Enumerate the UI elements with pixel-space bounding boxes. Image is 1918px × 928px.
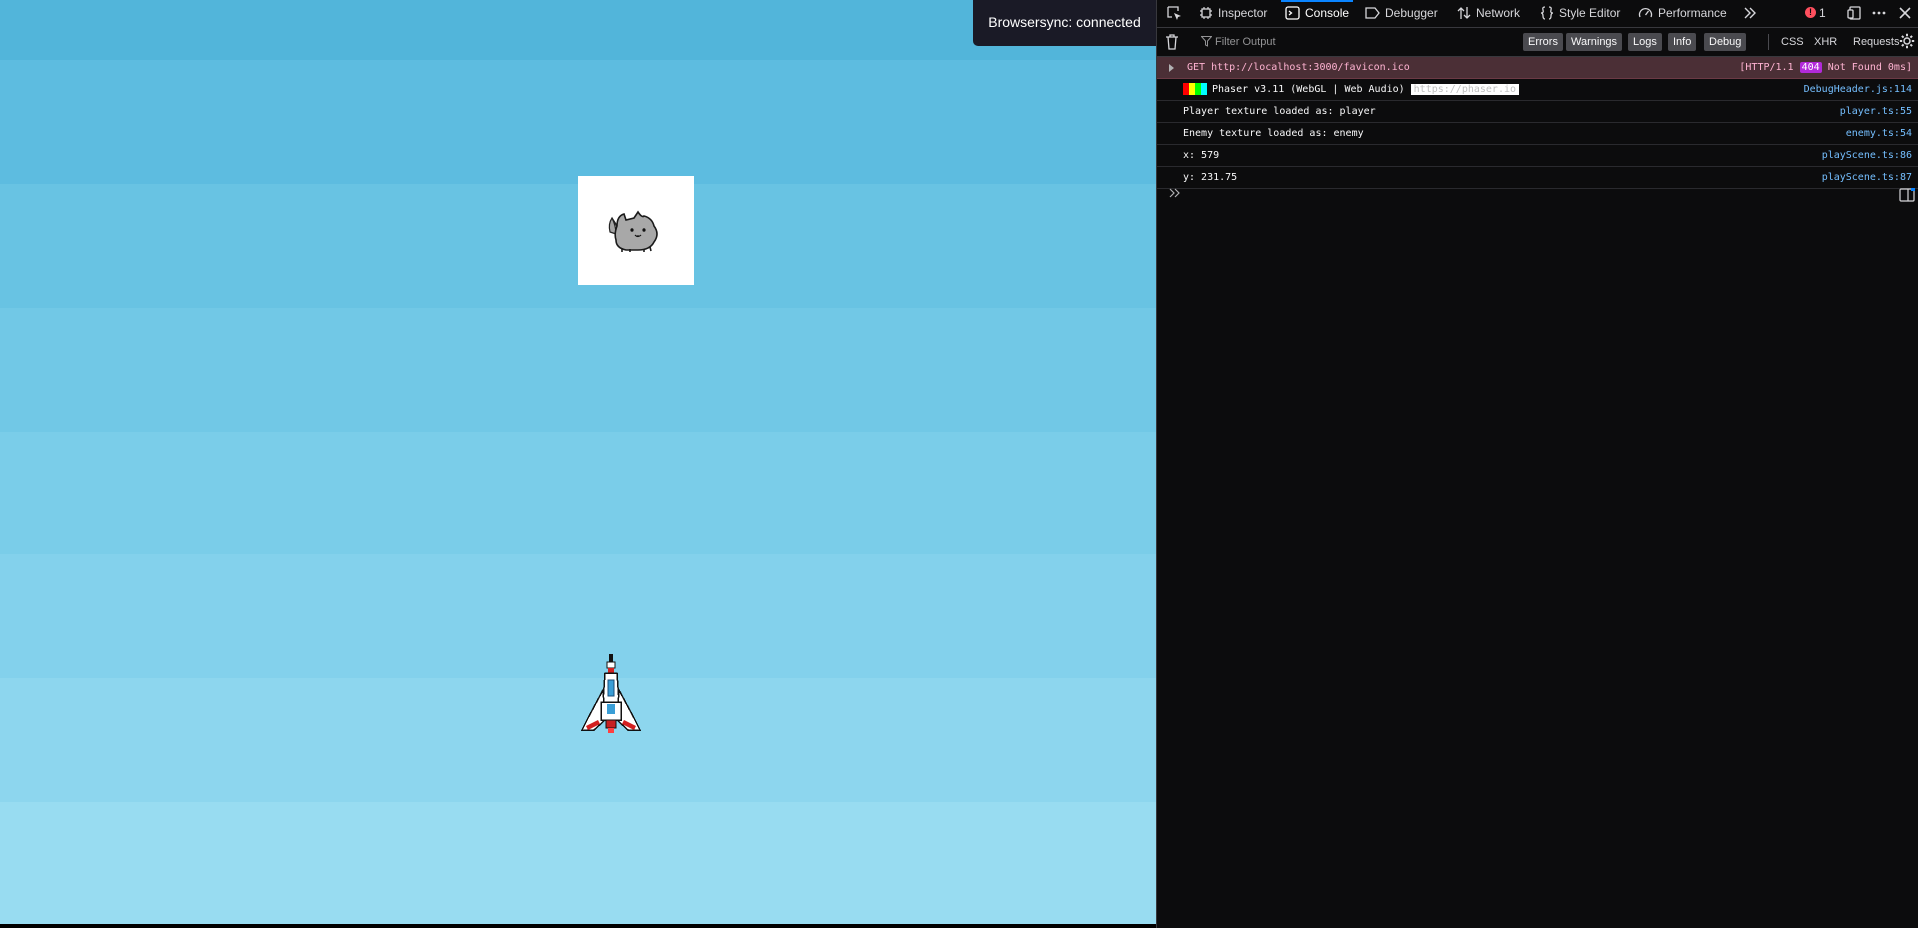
error-icon: ! xyxy=(1805,7,1816,19)
split-console-icon[interactable] xyxy=(1899,188,1915,205)
sky-band xyxy=(0,60,1156,184)
console-input-line[interactable] xyxy=(1157,182,1918,208)
filter-separator xyxy=(1768,34,1769,50)
console-message-log[interactable]: Enemy texture loaded as: enemy enemy.ts:… xyxy=(1157,123,1918,145)
devtools-toolbar: Inspector Console Debugger Network Style… xyxy=(1157,0,1918,28)
status-code-badge: 404 xyxy=(1799,62,1822,73)
game-canvas[interactable]: Browsersync: connected xyxy=(0,0,1156,928)
message-text: GET http://localhost:3000/favicon.ico xyxy=(1187,62,1410,73)
console-filter-bar: Errors Warnings Logs Info Debug CSS XHR … xyxy=(1157,28,1918,57)
message-source-link[interactable]: DebugHeader.js:114 xyxy=(1804,79,1912,100)
responsive-design-icon[interactable] xyxy=(1847,5,1863,24)
error-count-indicator[interactable]: ! 1 xyxy=(1805,0,1826,27)
tab-performance-label: Performance xyxy=(1658,6,1727,20)
message-text: Player texture loaded as: player xyxy=(1183,106,1376,117)
phaser-color-bars xyxy=(1183,82,1207,95)
filter-debug-button[interactable]: Debug xyxy=(1704,33,1747,51)
message-source-link[interactable]: enemy.ts:54 xyxy=(1846,123,1912,144)
message-text: Enemy texture loaded as: enemy xyxy=(1183,128,1364,139)
error-count: 1 xyxy=(1819,6,1826,20)
cat-enemy-icon xyxy=(608,210,658,252)
tab-style-editor-label: Style Editor xyxy=(1559,6,1621,20)
settings-gear-icon[interactable] xyxy=(1899,33,1915,52)
filter-logs-button[interactable]: Logs xyxy=(1628,33,1662,51)
message-source-link[interactable]: playScene.ts:86 xyxy=(1822,145,1912,166)
console-message-log[interactable]: Phaser v3.11 (WebGL | Web Audio) https://… xyxy=(1157,79,1918,101)
expand-arrow-icon[interactable] xyxy=(1169,64,1174,72)
message-status: [HTTP/1.1 404 Not Found 0ms] xyxy=(1739,57,1912,78)
more-tabs-chevron-icon[interactable] xyxy=(1743,6,1757,23)
filter-warnings-button[interactable]: Warnings xyxy=(1566,33,1623,51)
prompt-chevron-icon xyxy=(1169,187,1181,202)
close-devtools-icon[interactable] xyxy=(1897,5,1913,24)
console-input[interactable] xyxy=(1187,186,1871,206)
console-output: GET http://localhost:3000/favicon.ico [H… xyxy=(1157,57,1918,189)
sky-band xyxy=(0,802,1156,924)
filter-errors-button[interactable]: Errors xyxy=(1523,33,1563,51)
tab-console[interactable]: Console xyxy=(1280,0,1354,27)
console-message-log[interactable]: x: 579 playScene.ts:86 xyxy=(1157,145,1918,167)
element-picker-icon[interactable] xyxy=(1166,5,1182,24)
tab-debugger-label: Debugger xyxy=(1385,6,1438,20)
filter-requests-button[interactable]: Requests xyxy=(1848,33,1904,51)
tab-performance[interactable]: Performance xyxy=(1638,0,1727,27)
tab-console-label: Console xyxy=(1305,6,1350,20)
message-source-link[interactable]: player.ts:55 xyxy=(1840,101,1912,122)
trash-clear-icon[interactable] xyxy=(1165,34,1179,53)
filter-xhr-button[interactable]: XHR xyxy=(1809,33,1842,51)
browsersync-notification: Browsersync: connected xyxy=(973,0,1156,46)
spaceship-player-icon xyxy=(580,654,642,733)
tab-style-editor[interactable]: Style Editor xyxy=(1540,0,1620,27)
tab-network-label: Network xyxy=(1476,6,1521,20)
canvas-bottom-edge xyxy=(0,924,1156,928)
enemy-sprite xyxy=(578,176,694,285)
network-icon xyxy=(1457,6,1471,19)
console-icon xyxy=(1285,6,1300,20)
inspector-icon xyxy=(1200,6,1212,19)
tab-inspector[interactable]: Inspector xyxy=(1199,0,1267,27)
tab-network[interactable]: Network xyxy=(1457,0,1520,27)
filter-output-input[interactable] xyxy=(1201,33,1435,51)
message-text: x: 579 xyxy=(1183,150,1220,161)
filter-info-button[interactable]: Info xyxy=(1668,33,1697,51)
more-options-icon[interactable] xyxy=(1871,5,1887,24)
status-prefix: [HTTP/1.1 xyxy=(1739,62,1794,73)
devtools-panel: Inspector Console Debugger Network Style… xyxy=(1156,0,1918,928)
style-editor-icon xyxy=(1540,6,1554,20)
console-message-log[interactable]: Player texture loaded as: player player.… xyxy=(1157,101,1918,123)
tab-debugger[interactable]: Debugger xyxy=(1365,0,1438,27)
sky-band xyxy=(0,308,1156,432)
console-message-error[interactable]: GET http://localhost:3000/favicon.ico [H… xyxy=(1157,57,1918,79)
phaser-link[interactable]: https://phaser.io xyxy=(1410,84,1520,95)
tab-inspector-label: Inspector xyxy=(1218,6,1268,20)
sky-band xyxy=(0,432,1156,554)
message-text: Phaser v3.11 (WebGL | Web Audio) https://… xyxy=(1183,79,1520,100)
phaser-version-text: Phaser v3.11 (WebGL | Web Audio) xyxy=(1212,84,1405,95)
debugger-icon xyxy=(1365,7,1380,19)
filter-css-button[interactable]: CSS xyxy=(1776,33,1809,51)
status-suffix: Not Found 0ms] xyxy=(1827,62,1912,73)
performance-icon xyxy=(1638,7,1653,18)
